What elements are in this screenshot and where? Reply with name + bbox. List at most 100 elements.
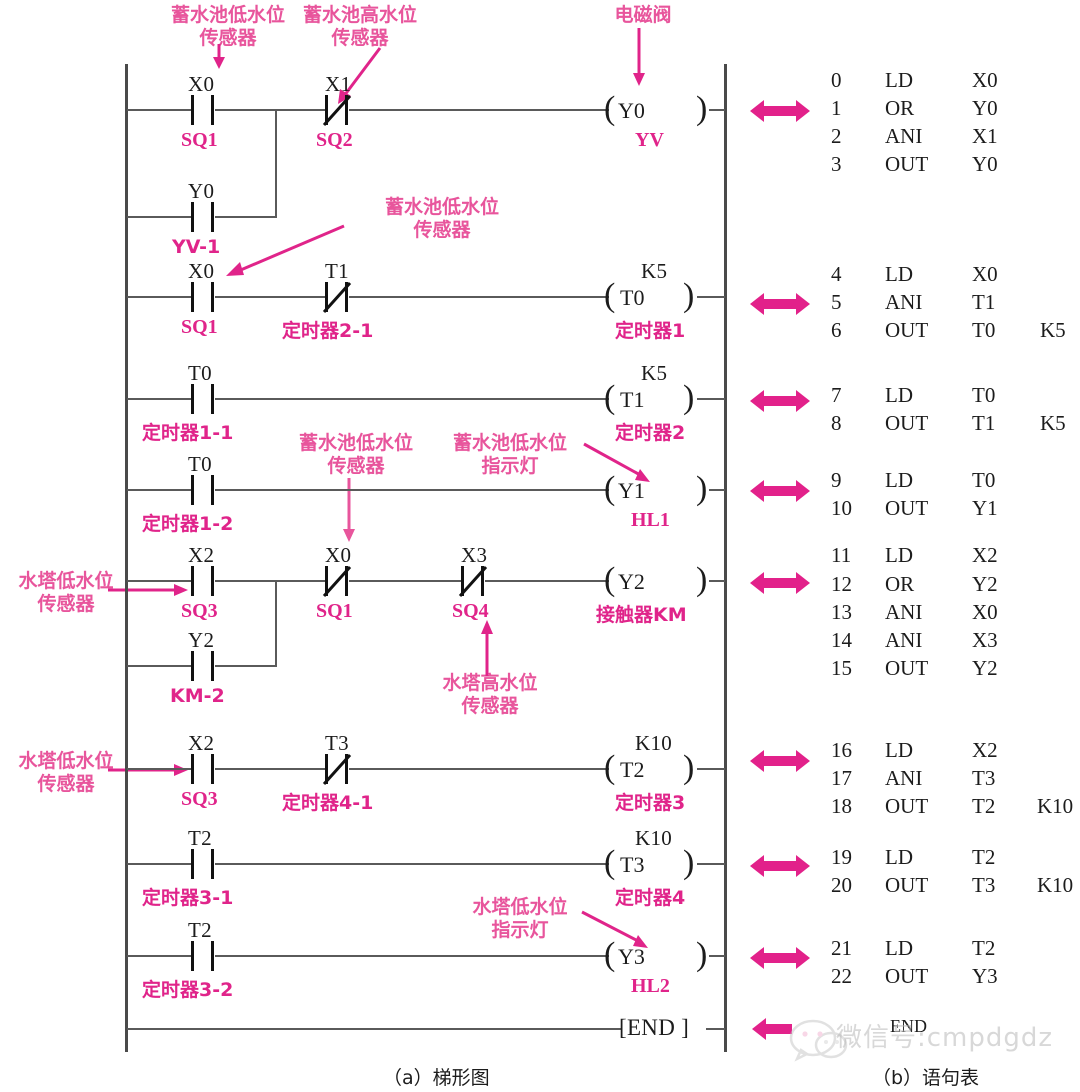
sl-instr: OUT <box>885 411 929 435</box>
annotation-line1: 蓄水池低水位 <box>384 196 499 218</box>
end-instruction-block[interactable]: [END ] <box>619 1015 689 1041</box>
annotation-solenoid-valve: 电磁阀 <box>583 4 703 27</box>
rung5-branch-tag: KM-2 <box>170 685 225 707</box>
rung3-coil-device[interactable]: T1 <box>620 387 644 413</box>
coil-open-paren: ( <box>604 844 616 881</box>
right-power-rail <box>724 64 727 1052</box>
sl-operand: T0 <box>972 468 996 492</box>
sl-step: 6 <box>831 318 842 342</box>
sl-instr: LD <box>885 262 913 286</box>
sl-step: 8 <box>831 411 842 435</box>
arrow-down-to-x0-rung5-icon <box>343 478 355 542</box>
annotation-line2: 指示灯 <box>491 919 549 942</box>
rung6-contact1-device: X2 <box>188 731 215 755</box>
rung1-branch-device: Y0 <box>188 179 215 203</box>
sl-instr: OUT <box>885 964 929 988</box>
sl-step: 5 <box>831 290 842 314</box>
sl-instr: OUT <box>885 152 929 176</box>
annotation-line2: 指示灯 <box>481 455 539 478</box>
coil-open-paren: ( <box>604 936 616 973</box>
sl-operand: Y0 <box>972 96 998 120</box>
rung8-coil-tag: HL2 <box>631 975 670 997</box>
sl-step: 15 <box>831 656 852 680</box>
sl-instr: ANI <box>885 124 923 148</box>
coil-close-paren: ) <box>683 844 695 881</box>
sl-instr: LD <box>885 936 913 960</box>
sl-operand: X1 <box>972 124 998 148</box>
rung8-contact1-tag: 定时器3-2 <box>142 979 234 1001</box>
rung6-coil-tag: 定时器3 <box>615 792 686 814</box>
sl-step: 12 <box>831 572 852 596</box>
rung5-contact1-tag: SQ3 <box>181 600 218 622</box>
arrow-down-to-x0-rung1-icon <box>213 44 225 69</box>
annotation-line2: 传感器 <box>327 455 385 478</box>
rung4-contact1-tag: 定时器1-2 <box>142 513 234 535</box>
sl-operand: T1 <box>972 411 996 435</box>
rung1-contact2-tag: SQ2 <box>316 129 353 151</box>
coil-close-paren: ) <box>696 561 708 598</box>
arrow-up-to-x3-rung5-icon <box>481 620 493 676</box>
annotation-tower-low-lamp: 水塔低水位 指示灯 <box>440 896 600 942</box>
rung3-coil-tag: 定时器2 <box>615 422 686 444</box>
rung2-contact1-tag: SQ1 <box>181 316 218 338</box>
rung2-coil-device[interactable]: T0 <box>620 285 644 311</box>
sl-operand: Y3 <box>972 964 998 988</box>
sl-step: 1 <box>831 96 842 120</box>
sl-preset: K5 <box>1040 411 1066 435</box>
sl-preset: K10 <box>1037 873 1074 897</box>
sl-step: 13 <box>831 600 852 624</box>
rung5-branch-device: Y2 <box>188 628 215 652</box>
annotation-line1: 电磁阀 <box>614 4 672 26</box>
rung1-contact1-tag: SQ1 <box>181 129 218 151</box>
sl-operand: Y2 <box>972 572 998 596</box>
rung5-coil-tag: 接触器KM <box>596 604 687 626</box>
sl-instr: LD <box>885 845 913 869</box>
sl-operand: X2 <box>972 738 998 762</box>
rung5-coil-device[interactable]: Y2 <box>618 569 645 595</box>
annotation-cistern-low-sensor-3: 蓄水池低水位 传感器 <box>276 432 436 478</box>
rung4-coil-tag: HL1 <box>631 509 670 531</box>
ladder-diagram-figure: 蓄水池低水位 传感器 蓄水池高水位 传感器 电磁阀 蓄水池低水位 传感器 蓄水池… <box>0 0 1080 1092</box>
caption-statement-list: （b）语句表 <box>872 1067 980 1089</box>
double-arrow-icon-group6 <box>750 750 810 772</box>
sl-step: 3 <box>831 152 842 176</box>
sl-instr: LD <box>885 68 913 92</box>
coil-close-paren: ) <box>696 90 708 127</box>
rung7-coil-device[interactable]: T3 <box>620 852 644 878</box>
sl-operand: T0 <box>972 383 996 407</box>
coil-close-paren: ) <box>683 749 695 786</box>
rung3-contact1-tag: 定时器1-1 <box>142 422 234 444</box>
annotation-line2: 传感器 <box>413 219 471 242</box>
sl-instr: OUT <box>885 318 929 342</box>
sl-step: 22 <box>831 964 852 988</box>
sl-operand: T0 <box>972 318 996 342</box>
annotation-cistern-low-lamp: 蓄水池低水位 指示灯 <box>430 432 590 478</box>
double-arrow-icon-group7 <box>750 855 810 877</box>
sl-step: 11 <box>831 543 852 567</box>
annotation-line1: 蓄水池低水位 <box>298 432 413 454</box>
rung1-coil-tag: YV <box>635 129 664 151</box>
coil-open-paren: ( <box>604 277 616 314</box>
rung5-contact3-tag: SQ4 <box>452 600 489 622</box>
sl-operand: X3 <box>972 628 998 652</box>
coil-close-paren: ) <box>696 470 708 507</box>
coil-open-paren: ( <box>604 90 616 127</box>
annotation-line1: 蓄水池高水位 <box>302 4 417 26</box>
sl-instr: LD <box>885 383 913 407</box>
arrow-down-to-y0-coil-icon <box>633 28 645 86</box>
rung8-coil-device[interactable]: Y3 <box>618 944 645 970</box>
coil-close-paren: ) <box>683 379 695 416</box>
sl-instr: ANI <box>885 290 923 314</box>
rung4-coil-device[interactable]: Y1 <box>618 478 645 504</box>
sl-operand: T3 <box>972 873 996 897</box>
sl-operand: X0 <box>972 68 998 92</box>
sl-operand: X0 <box>972 262 998 286</box>
annotation-line1: 水塔低水位 <box>472 896 568 918</box>
sl-step: 4 <box>831 262 842 286</box>
rung6-coil-device[interactable]: T2 <box>620 757 644 783</box>
sl-instr: OUT <box>885 656 929 680</box>
rung4-contact1-device: T0 <box>188 452 212 476</box>
sl-step: 7 <box>831 383 842 407</box>
rung1-coil-device[interactable]: Y0 <box>618 98 645 124</box>
annotation-line2: 传感器 <box>461 695 519 718</box>
